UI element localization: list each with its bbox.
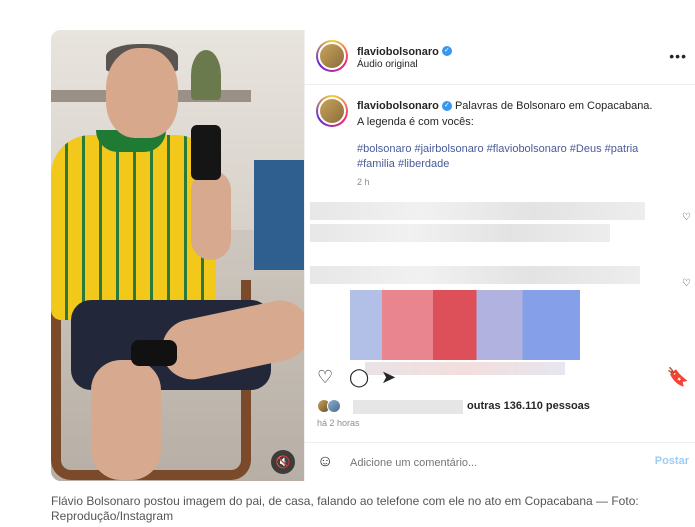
man-arm: [191, 170, 231, 260]
pixelated-comment: [350, 290, 580, 360]
hashtags[interactable]: #bolsonaro #jairbolsonaro #flaviobolsona…: [357, 142, 657, 172]
post-header: flaviobolsonaro ✓ Áudio original •••: [305, 30, 695, 85]
plant: [191, 50, 221, 100]
like-icon[interactable]: ♡: [317, 367, 333, 387]
share-icon[interactable]: ➤: [381, 367, 396, 387]
ankle-monitor: [131, 340, 177, 366]
man-shin: [91, 360, 161, 480]
post-side-panel: flaviobolsonaro ✓ Áudio original ••• flav…: [304, 30, 695, 481]
comment-composer: ☺ Postar: [305, 442, 695, 481]
window: [254, 160, 304, 270]
blurred-liker-name: [353, 400, 463, 414]
blurred-comment: [310, 224, 610, 242]
liker-avatar: [327, 399, 341, 413]
verified-icon: ✓: [441, 45, 452, 56]
verified-icon: ✓: [441, 101, 452, 112]
post-actions: ♡ ◯ ➤ 🔖: [305, 363, 695, 393]
man-head: [106, 48, 178, 138]
caption-username[interactable]: flaviobolsonaro: [357, 100, 439, 112]
more-icon[interactable]: •••: [669, 48, 687, 64]
blurred-comment: [310, 202, 645, 220]
audio-label[interactable]: Áudio original: [357, 59, 418, 70]
emoji-icon[interactable]: ☺: [317, 453, 333, 471]
comment-input[interactable]: [350, 455, 610, 471]
post-time: há 2 horas: [317, 418, 360, 428]
like-comment-icon[interactable]: ♡: [682, 278, 691, 289]
mute-icon[interactable]: 🔇: [271, 450, 295, 474]
post-comment-button[interactable]: Postar: [655, 455, 689, 467]
caption-time: 2 h: [357, 177, 370, 187]
username-wrap: flaviobolsonaro ✓: [357, 42, 452, 60]
bookmark-icon[interactable]: 🔖: [667, 367, 689, 387]
post-caption: flaviobolsonaro ✓ Palavras de Bolsonaro e…: [305, 85, 695, 195]
avatar[interactable]: [316, 95, 348, 127]
photo-caption: Flávio Bolsonaro postou imagem do pai, d…: [51, 494, 639, 523]
caption-text: flaviobolsonaro ✓ Palavras de Bolsonaro e…: [357, 98, 657, 130]
comment-icon[interactable]: ◯: [349, 367, 369, 387]
instagram-post-embed: 🔇 flaviobolsonaro ✓ Áudio original ••• fl…: [51, 30, 695, 481]
blurred-comment: [310, 266, 640, 284]
username-link[interactable]: flaviobolsonaro: [357, 46, 439, 58]
phone: [191, 125, 221, 180]
avatar[interactable]: [316, 40, 348, 72]
comments-blurred: ♡ ♡: [305, 200, 695, 375]
likes-count[interactable]: outras 136.110 pessoas: [467, 400, 590, 412]
like-comment-icon[interactable]: ♡: [682, 212, 691, 223]
likes-row: outras 136.110 pessoas: [317, 398, 695, 416]
post-video[interactable]: 🔇: [51, 30, 304, 481]
